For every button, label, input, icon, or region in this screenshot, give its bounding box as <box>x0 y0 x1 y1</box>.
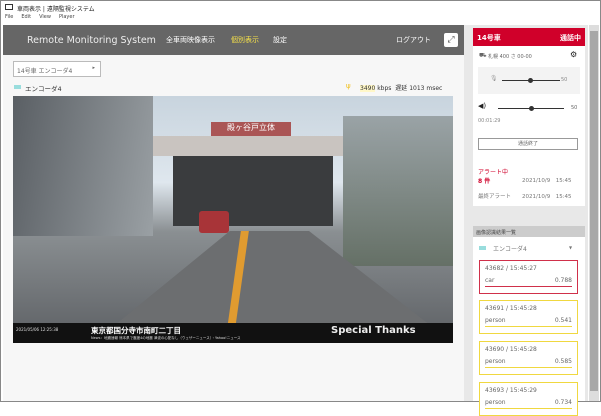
detection-label: car <box>485 277 495 284</box>
video-banner: Special Thanks <box>331 325 416 336</box>
detection-label: person <box>485 399 506 406</box>
window-title: 車両表示 | 遠隔監視システム <box>17 6 95 13</box>
encoder-label: エンコーダ4 <box>25 85 62 93</box>
detection-item[interactable]: 43690 / 15:45:28 person 0.585 <box>479 341 578 375</box>
detection-score: 0.541 <box>554 317 572 324</box>
camera-icon <box>14 85 21 89</box>
gear-icon[interactable]: ⚙ <box>570 50 577 59</box>
video-player[interactable]: 殿ヶ谷戸立体 2021/05/06 12:25:38 東京都国分寺市南町二丁目 … <box>13 96 453 343</box>
signal-icon: ψ <box>346 82 351 90</box>
select-value: 14号車 エンコーダ4 <box>17 68 73 75</box>
last-alert-label: 最終アラート <box>478 194 512 200</box>
mic-icon: 🎙 <box>490 75 498 82</box>
video-car <box>199 211 229 233</box>
detection-item[interactable]: 43682 / 15:45:27 car 0.788 <box>479 260 578 294</box>
alert-count: 8 件 <box>478 178 491 185</box>
scrollbar-thumb[interactable] <box>590 31 598 391</box>
vehicle-name: 14号車 <box>477 34 501 42</box>
video-location: 東京都国分寺市南町二丁目 <box>91 326 181 335</box>
menu-player[interactable]: Player <box>59 14 75 20</box>
last-alert-time: 2021/10/9 15:45 <box>522 194 572 200</box>
video-overpass <box>133 136 363 156</box>
detection-id: 43691 / 15:45:28 <box>485 305 537 312</box>
menu-view[interactable]: View <box>39 14 51 20</box>
latency-label: 遅延 <box>395 85 408 92</box>
app-header: Remote Monitoring System 全車両映像表示 個別表示 設定… <box>3 25 464 55</box>
alert-label: アラート中 <box>478 169 509 176</box>
detection-score: 0.788 <box>554 277 572 284</box>
scrollbar[interactable] <box>589 25 599 401</box>
video-left-building <box>13 96 153 236</box>
bitrate-unit: kbps <box>377 85 392 92</box>
detection-score: 0.734 <box>554 399 572 406</box>
nav-all-vehicles[interactable]: 全車両映像表示 <box>166 35 215 45</box>
speaker-slider-thumb[interactable] <box>529 105 534 111</box>
speaker-value: 50 <box>571 105 578 111</box>
call-status: 通話中 <box>560 34 581 42</box>
mic-slider[interactable] <box>502 77 560 83</box>
mic-value: 50 <box>561 77 568 83</box>
detection-id: 43690 / 15:45:28 <box>485 346 537 353</box>
menu-bar: File Edit View Player <box>1 14 601 24</box>
plate-number: 札幌 400 さ 00-00 <box>488 54 532 60</box>
camera-icon <box>479 246 486 250</box>
bitrate: 3490 kbps 遅延 1013 msec <box>360 83 442 92</box>
vehicle-encoder-select[interactable]: 14号車 エンコーダ4 ▸ <box>13 61 101 77</box>
alert-time: 2021/10/9 15:45 <box>522 178 572 184</box>
latency-value: 1013 msec <box>409 85 443 92</box>
detection-id: 43693 / 15:45:29 <box>485 387 537 394</box>
menu-edit[interactable]: Edit <box>21 14 31 20</box>
video-sign: 殿ヶ谷戸立体 <box>211 122 291 136</box>
menu-file[interactable]: File <box>5 14 13 20</box>
detection-title: 画像認識結果一覧 <box>473 226 585 237</box>
mic-slider-thumb[interactable] <box>528 77 533 83</box>
speaker-icon: ◀) <box>478 102 487 110</box>
dropdown-arrow-icon[interactable]: ▼ <box>569 245 572 250</box>
dropdown-arrow-icon: ▸ <box>92 65 95 71</box>
monitor-icon <box>5 4 13 10</box>
detection-id: 43682 / 15:45:27 <box>485 265 537 272</box>
detection-item[interactable]: 43691 / 15:45:28 person 0.541 <box>479 300 578 334</box>
detection-score: 0.585 <box>554 358 572 365</box>
detection-item[interactable]: 43693 / 15:45:29 person 0.734 <box>479 382 578 416</box>
video-right-wall <box>343 116 453 266</box>
call-header: 14号車 通話中 <box>473 28 585 46</box>
call-elapsed: 00:01:29 <box>478 118 501 124</box>
brand-title: Remote Monitoring System <box>27 35 156 46</box>
nav-individual[interactable]: 個別表示 <box>231 35 259 45</box>
video-news: News：地震速報 熊本県で震度4の地震 津波の心配なし（ウェザーニュース）・Y… <box>91 336 241 340</box>
bitrate-value: 3490 <box>360 85 376 92</box>
video-timestamp: 2021/05/06 12:25:38 <box>16 327 59 332</box>
detection-label: person <box>485 358 506 365</box>
detection-label: person <box>485 317 506 324</box>
detection-encoder[interactable]: エンコーダ4 <box>493 244 527 253</box>
speaker-slider[interactable] <box>498 105 564 111</box>
nav-settings[interactable]: 設定 <box>273 35 287 45</box>
car-icon: ⛟ <box>479 52 487 59</box>
logout-link[interactable]: ログアウト <box>396 35 431 45</box>
video-tunnel <box>173 156 333 226</box>
end-call-button[interactable]: 通話終了 <box>478 138 578 150</box>
fullscreen-button[interactable]: ⤢ <box>444 33 458 47</box>
